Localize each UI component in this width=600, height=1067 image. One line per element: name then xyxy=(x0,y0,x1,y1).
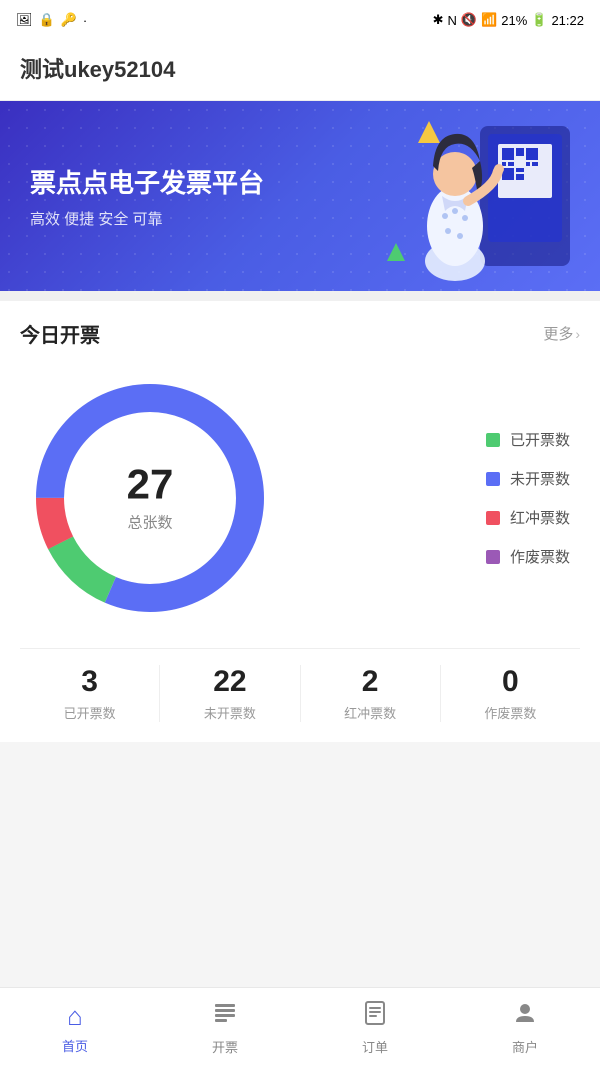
page-title: 测试ukey52104 xyxy=(20,57,175,82)
more-button[interactable]: 更多 › xyxy=(543,323,580,344)
stats-row: 3 已开票数 22 未开票数 2 红冲票数 0 作废票数 xyxy=(20,648,580,722)
donut-center: 27 总张数 xyxy=(127,464,174,533)
stat-desc-pending: 未开票数 xyxy=(160,703,299,722)
stat-number-voided: 0 xyxy=(441,665,580,699)
stat-voided: 0 作废票数 xyxy=(441,665,580,722)
main-content: 测试ukey52104 票点点电子发票平台 高效 便捷 安全 可靠 xyxy=(0,40,600,832)
bottom-nav: ⌂ 首页 开票 订单 xyxy=(0,987,600,1067)
legend-dot-issued xyxy=(486,433,500,447)
chevron-right-icon: › xyxy=(575,326,580,342)
status-left-icons: 🖼 🔒 🔑 · xyxy=(16,12,87,28)
nav-merchant[interactable]: 商户 xyxy=(450,988,600,1067)
image-icon: 🖼 xyxy=(16,12,33,28)
legend-label-pending: 未开票数 xyxy=(510,468,570,489)
legend-pending: 未开票数 xyxy=(486,468,570,489)
banner-text-block: 票点点电子发票平台 高效 便捷 安全 可靠 xyxy=(30,163,264,229)
lock-icon: 🔒 xyxy=(39,12,55,28)
home-icon: ⌂ xyxy=(67,1001,83,1032)
dot-icon: · xyxy=(83,13,87,28)
invoice-icon xyxy=(212,1000,238,1033)
banner-svg xyxy=(380,106,580,286)
merchant-icon xyxy=(512,1000,538,1033)
legend-voided: 作废票数 xyxy=(486,546,570,567)
today-title: 今日开票 xyxy=(20,319,100,348)
nav-order[interactable]: 订单 xyxy=(300,988,450,1067)
promo-banner[interactable]: 票点点电子发票平台 高效 便捷 安全 可靠 xyxy=(0,101,600,291)
stat-desc-voided: 作废票数 xyxy=(441,703,580,722)
key-icon: 🔑 xyxy=(61,12,77,28)
stat-desc-reversed: 红冲票数 xyxy=(301,703,440,722)
banner-illustration xyxy=(360,101,580,291)
stat-number-reversed: 2 xyxy=(301,665,440,699)
banner-subtitle: 高效 便捷 安全 可靠 xyxy=(30,208,264,229)
stat-reversed: 2 红冲票数 xyxy=(301,665,441,722)
battery-text: 21% xyxy=(501,13,527,28)
status-bar: 🖼 🔒 🔑 · ✱ N 🔇 📶 21% 🔋 21:22 xyxy=(0,0,600,40)
legend-reversed: 红冲票数 xyxy=(486,507,570,528)
legend-dot-pending xyxy=(486,472,500,486)
time-display: 21:22 xyxy=(551,13,584,28)
section-divider xyxy=(0,291,600,301)
wifi-icon: 📶 xyxy=(481,12,497,28)
total-label: 总张数 xyxy=(127,512,174,533)
stat-number-pending: 22 xyxy=(160,665,299,699)
legend-issued: 已开票数 xyxy=(486,429,570,450)
more-label: 更多 xyxy=(543,323,573,344)
legend-dot-voided xyxy=(486,550,500,564)
legend-dot-reversed xyxy=(486,511,500,525)
banner-title: 票点点电子发票平台 xyxy=(30,163,264,200)
donut-chart: 27 总张数 xyxy=(20,368,280,628)
mute-icon: 🔇 xyxy=(461,12,477,28)
status-right-info: ✱ N 🔇 📶 21% 🔋 21:22 xyxy=(433,12,584,28)
chart-area: 27 总张数 已开票数 未开票数 红冲票数 xyxy=(20,358,580,648)
chart-legend: 已开票数 未开票数 红冲票数 作废票数 xyxy=(486,429,580,567)
today-header: 今日开票 更多 › xyxy=(20,301,580,358)
today-section: 今日开票 更多 › xyxy=(0,301,600,742)
stat-desc-issued: 已开票数 xyxy=(20,703,159,722)
nav-order-label: 订单 xyxy=(362,1037,388,1056)
stat-number-issued: 3 xyxy=(20,665,159,699)
battery-icon: 🔋 xyxy=(531,12,547,28)
nav-home-label: 首页 xyxy=(62,1036,88,1055)
legend-label-issued: 已开票数 xyxy=(510,429,570,450)
legend-label-reversed: 红冲票数 xyxy=(510,507,570,528)
nav-home[interactable]: ⌂ 首页 xyxy=(0,988,150,1067)
page-header: 测试ukey52104 xyxy=(0,40,600,101)
legend-label-voided: 作废票数 xyxy=(510,546,570,567)
nav-invoice-label: 开票 xyxy=(212,1037,238,1056)
nav-merchant-label: 商户 xyxy=(512,1037,538,1056)
nfc-icon: N xyxy=(447,13,456,28)
bluetooth-icon: ✱ xyxy=(433,12,444,28)
stat-pending: 22 未开票数 xyxy=(160,665,300,722)
total-count: 27 xyxy=(127,464,174,506)
nav-invoice[interactable]: 开票 xyxy=(150,988,300,1067)
stat-issued: 3 已开票数 xyxy=(20,665,160,722)
order-icon xyxy=(362,1000,388,1033)
